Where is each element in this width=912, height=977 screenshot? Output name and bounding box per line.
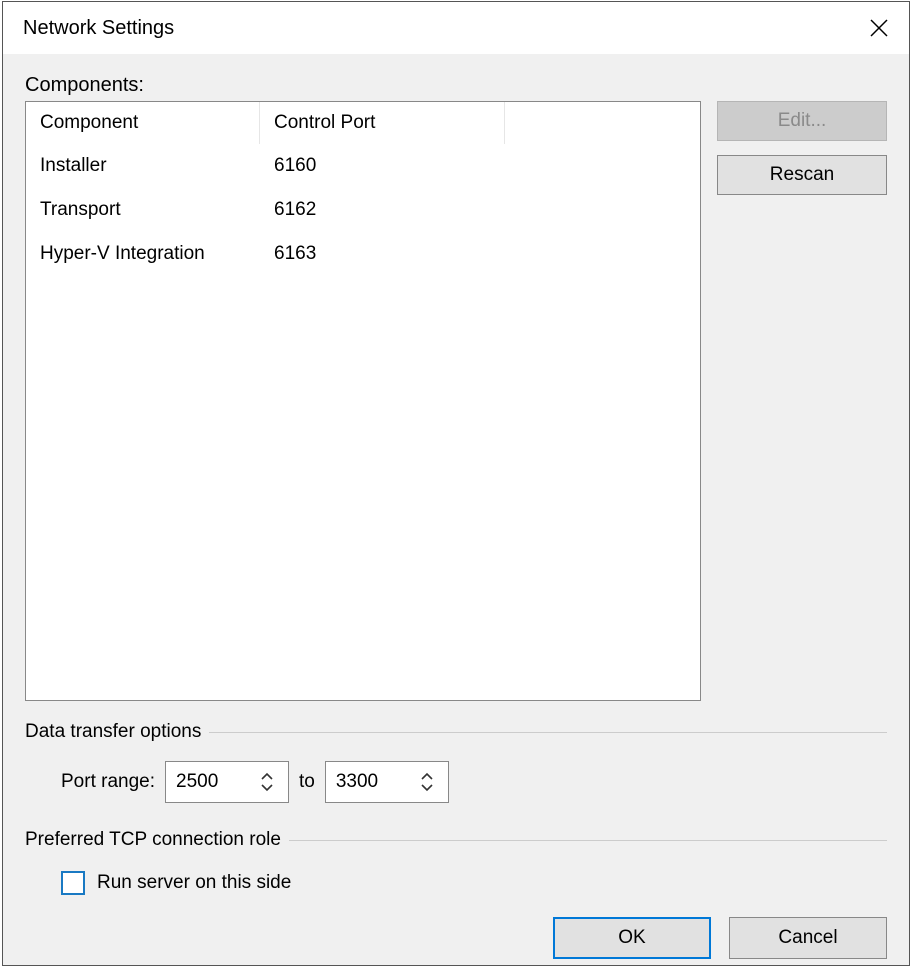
close-button[interactable] (849, 2, 909, 54)
port-to-input[interactable] (326, 762, 408, 802)
dialog-title: Network Settings (23, 17, 849, 40)
column-header-control-port[interactable]: Control Port (260, 102, 505, 144)
port-range-label: Port range: (61, 771, 155, 793)
data-transfer-legend: Data transfer options (25, 721, 209, 743)
ok-button[interactable]: OK (553, 917, 711, 959)
port-to-label: to (299, 771, 315, 793)
cell-port: 6163 (260, 243, 505, 265)
port-to-stepper[interactable] (325, 761, 449, 803)
side-buttons: Edit... Rescan (717, 101, 887, 701)
chevron-up-icon (420, 772, 434, 781)
components-label: Components: (25, 74, 887, 97)
cell-component: Installer (26, 155, 260, 177)
table-row[interactable]: Hyper-V Integration 6163 (26, 232, 700, 276)
stepper-arrows[interactable] (248, 762, 286, 802)
title-bar: Network Settings (3, 2, 909, 54)
stepper-arrows[interactable] (408, 762, 446, 802)
components-listview[interactable]: Component Control Port Installer 6160 Tr… (25, 101, 701, 701)
cell-port: 6160 (260, 155, 505, 177)
run-server-label: Run server on this side (97, 872, 291, 894)
run-server-checkbox[interactable] (61, 871, 85, 895)
rescan-button[interactable]: Rescan (717, 155, 887, 195)
cancel-button[interactable]: Cancel (729, 917, 887, 959)
network-settings-dialog: Network Settings Components: Component C… (2, 1, 910, 966)
listview-header: Component Control Port (26, 102, 700, 144)
components-row: Component Control Port Installer 6160 Tr… (25, 101, 887, 701)
chevron-up-icon (260, 772, 274, 781)
tcp-role-group: Preferred TCP connection role Run server… (25, 829, 887, 895)
data-transfer-group: Data transfer options Port range: to (25, 721, 887, 809)
listview-body: Installer 6160 Transport 6162 Hyper-V In… (26, 144, 700, 276)
port-from-stepper[interactable] (165, 761, 289, 803)
port-range-row: Port range: to (25, 755, 887, 809)
dialog-body: Components: Component Control Port Insta… (3, 54, 909, 977)
cell-component: Transport (26, 199, 260, 221)
run-server-row: Run server on this side (25, 863, 887, 895)
table-row[interactable]: Installer 6160 (26, 144, 700, 188)
cell-component: Hyper-V Integration (26, 243, 260, 265)
edit-button: Edit... (717, 101, 887, 141)
tcp-role-legend: Preferred TCP connection role (25, 829, 289, 851)
table-row[interactable]: Transport 6162 (26, 188, 700, 232)
chevron-down-icon (420, 783, 434, 792)
port-from-input[interactable] (166, 762, 248, 802)
dialog-footer: OK Cancel (25, 917, 887, 959)
column-header-component[interactable]: Component (26, 102, 260, 144)
chevron-down-icon (260, 783, 274, 792)
close-icon (869, 18, 889, 38)
cell-port: 6162 (260, 199, 505, 221)
